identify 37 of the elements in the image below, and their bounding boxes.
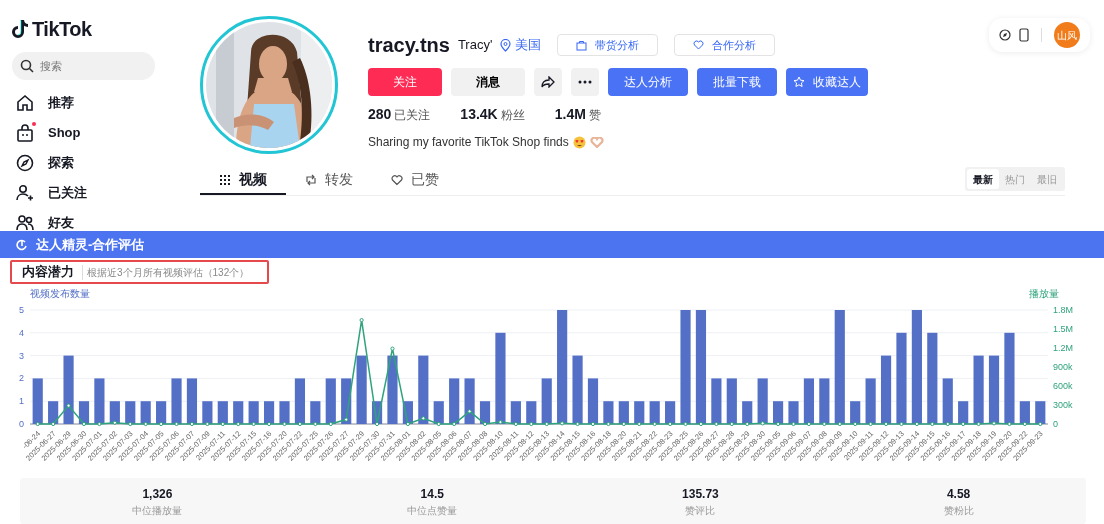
stat-label: 已关注: [394, 107, 431, 124]
metric-label: 中位点赞量: [407, 503, 458, 518]
axis-tick-label: 0: [1053, 419, 1058, 429]
axis-title: 视频发布数量: [30, 288, 90, 299]
axis-tick-label: 300k: [1053, 400, 1073, 410]
metric-value: 1,326: [142, 485, 173, 503]
stat-label: 粉丝: [500, 107, 525, 124]
metric-label: 中位播放量: [132, 503, 183, 518]
axis-tick-label: 2: [19, 373, 24, 384]
stat-label: 赞: [588, 107, 601, 124]
metric-value: 4.58: [946, 485, 971, 503]
axis-tick-label: 1.8M: [1053, 305, 1073, 315]
stat-value: 280: [368, 105, 392, 124]
username: tracy.tns: [368, 33, 450, 58]
bio-text: Sharing my favorite TikTok Shop finds: [368, 134, 569, 151]
section-note: 根据近3个月所有视频评估（132个）: [82, 264, 250, 280]
metric-value: 135.73: [682, 485, 719, 503]
metric-label: 赞粉比: [943, 503, 974, 518]
axis-tick-label: 1.5M: [1053, 324, 1073, 334]
logo-text: TikTok: [32, 17, 92, 42]
axis-tick-label: 4: [19, 327, 24, 338]
metric-value: 14.5: [420, 485, 444, 503]
metric-label: 赞评比: [685, 503, 716, 518]
axis-tick-label: 600k: [1053, 381, 1073, 391]
axis-tick-label: 1.2M: [1053, 343, 1073, 353]
panel-title: 达人精灵-合作评估: [36, 235, 145, 254]
stat-value: 13.4K: [460, 105, 498, 124]
region-label: 美国: [500, 35, 542, 55]
axis-tick-label: 1: [19, 396, 24, 407]
axis-tick-label: 5: [19, 305, 24, 315]
axis-title: 播放量: [1029, 288, 1059, 299]
axis-tick-label: 3: [19, 350, 24, 361]
stat-value: 1.4M: [554, 105, 586, 124]
nickname: Tracy': [457, 36, 493, 55]
axis-tick-label: 900k: [1053, 362, 1073, 372]
axis-tick-label: 0: [19, 419, 24, 429]
section-title: 内容潜力: [22, 263, 74, 282]
